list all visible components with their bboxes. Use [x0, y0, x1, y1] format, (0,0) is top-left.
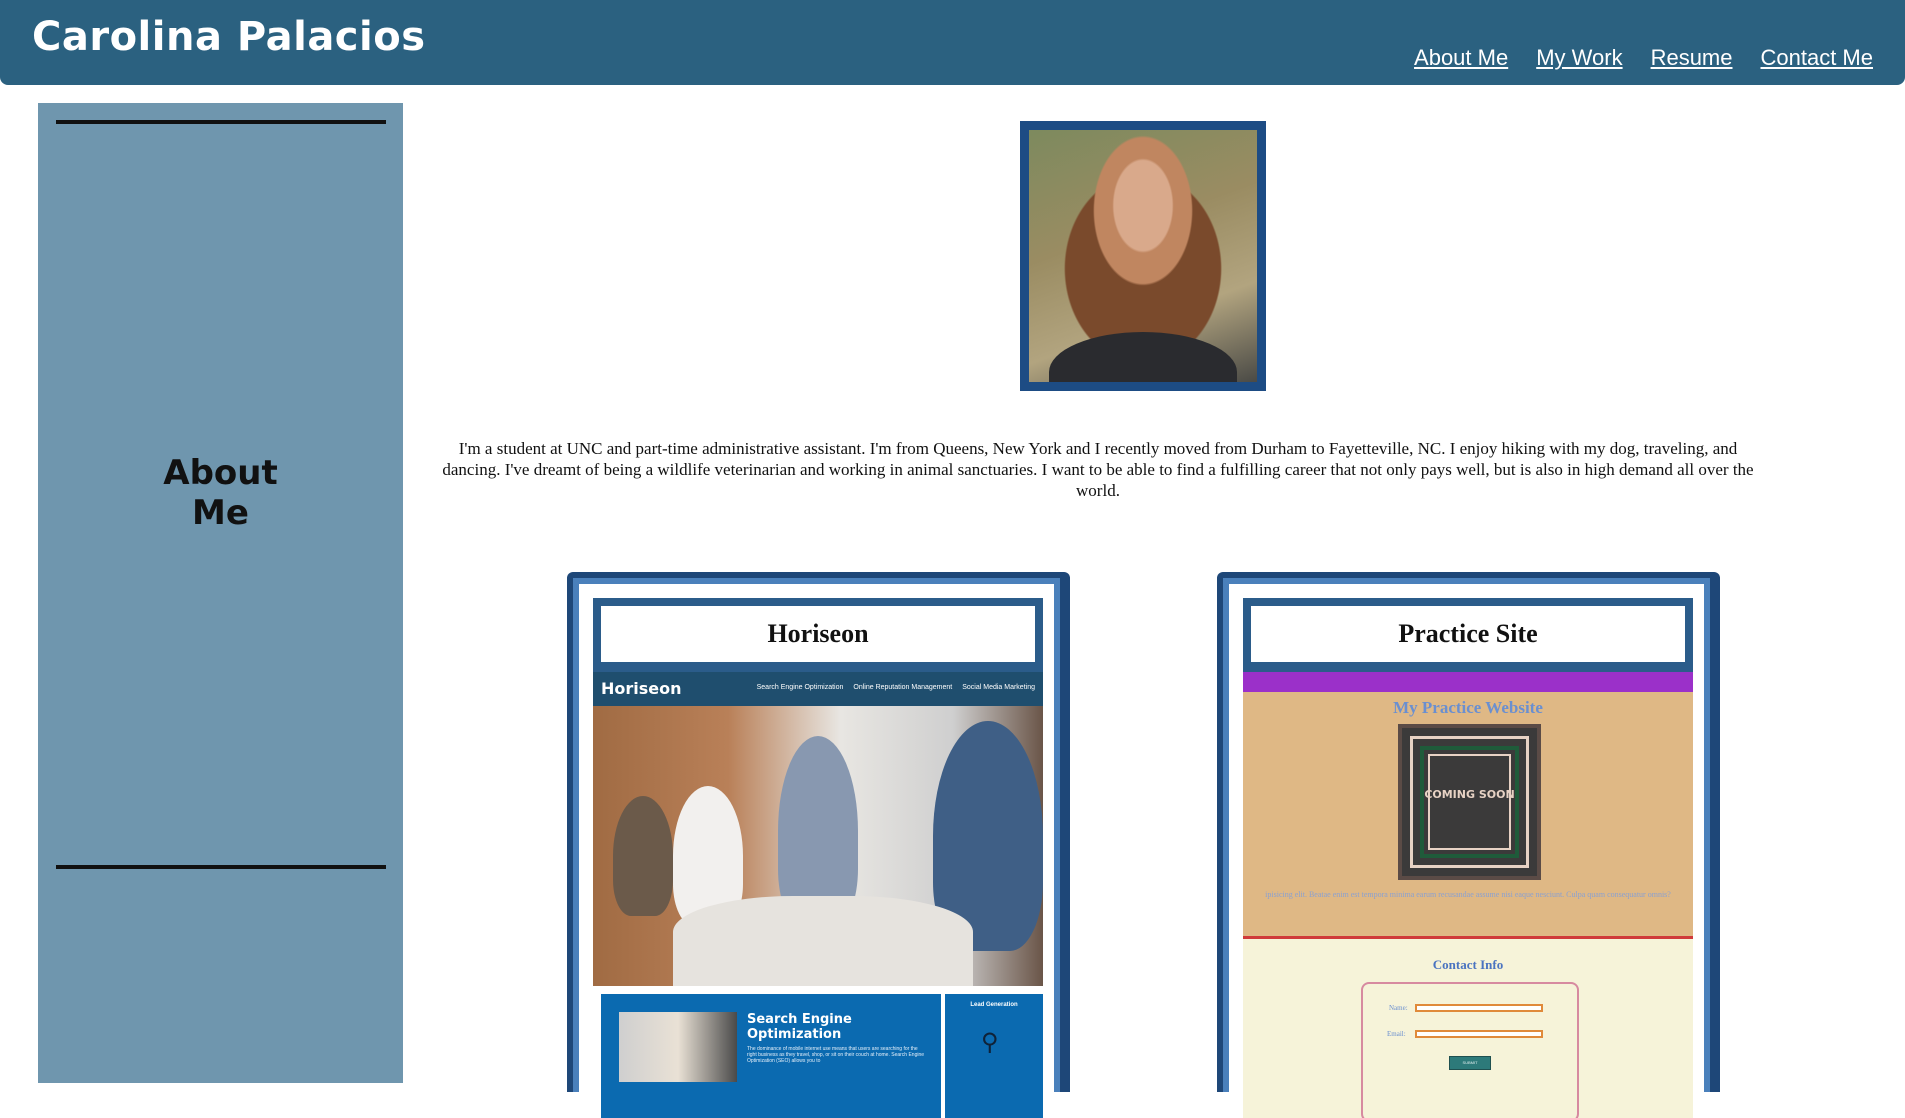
project-card-horiseon[interactable]: Horiseon Horiseon Search Engine Optimiza…: [567, 572, 1070, 1118]
sidebar-title: About Me: [38, 453, 403, 533]
main-nav: About Me My Work Resume Contact Me: [1414, 45, 1873, 71]
hero-table: [673, 896, 973, 986]
sidebar-top-divider: [56, 120, 386, 124]
horiseon-preview-header: Horiseon Search Engine Optimization Onli…: [593, 672, 1043, 706]
practice-preview-lorem: ipisicing elit. Beatae enim est tempora …: [1265, 890, 1671, 899]
seo-section-image: [619, 1012, 737, 1082]
practice-preview-heading: My Practice Website: [1393, 698, 1543, 717]
practice-preview-contact-section: Contact Info Name: Email: SUBMIT: [1243, 939, 1693, 1118]
practice-preview-contact-title: Contact Info: [1432, 957, 1504, 972]
seo-section-title: Search Engine Optimization: [747, 1012, 852, 1042]
nav-my-work-link[interactable]: My Work: [1536, 45, 1622, 71]
horiseon-preview-lead-section: Lead Generation ⚲: [945, 994, 1043, 1118]
hero-person: [613, 796, 673, 916]
horiseon-preview-nav: Search Engine Optimization Online Reputa…: [757, 684, 1035, 691]
practice-preview-header-bar: [1243, 672, 1693, 692]
horiseon-preview-hero-image: [593, 706, 1043, 986]
profile-photo: [1029, 130, 1257, 382]
card-title-box: Horiseon: [593, 598, 1043, 672]
lead-section-title: Lead Generation: [970, 1002, 1018, 1008]
about-sidebar: About Me: [38, 103, 403, 1083]
submit-button: SUBMIT: [1449, 1056, 1491, 1070]
email-field: [1415, 1030, 1543, 1038]
bio-text: I'm a student at UNC and part-time admin…: [442, 439, 1754, 500]
profile-photo-frame: [1020, 121, 1266, 391]
site-title: Carolina Palacios: [32, 14, 426, 60]
site-header: Carolina Palacios About Me My Work Resum…: [0, 0, 1905, 85]
sidebar-bottom-divider: [56, 865, 386, 869]
coming-soon-image: COMING SOON: [1398, 724, 1541, 880]
coming-soon-frame: [1428, 754, 1511, 850]
sidebar-title-line2: Me: [192, 493, 249, 533]
nav-resume-link[interactable]: Resume: [1651, 45, 1733, 71]
project-card-practice-site[interactable]: Practice Site My Practice Website COMING…: [1217, 572, 1720, 1118]
lead-generation-icon: ⚲: [981, 1028, 999, 1056]
horiseon-preview-nav-item: Social Media Marketing: [962, 684, 1035, 691]
card-title: Practice Site: [1251, 606, 1685, 662]
card-content: Practice Site My Practice Website COMING…: [1243, 598, 1693, 1118]
name-field: [1415, 1004, 1543, 1012]
name-label: Name:: [1389, 1004, 1408, 1012]
seo-section-text: The dominance of mobile internet use mea…: [747, 1046, 925, 1064]
horiseon-preview-nav-item: Online Reputation Management: [853, 684, 953, 691]
card-content: Horiseon Horiseon Search Engine Optimiza…: [593, 598, 1043, 1118]
card-title: Horiseon: [601, 606, 1035, 662]
sidebar-title-line1: About: [163, 453, 278, 493]
practice-preview-contact-form: Name: Email: SUBMIT: [1361, 982, 1579, 1118]
horiseon-preview-nav-item: Search Engine Optimization: [756, 684, 844, 691]
horiseon-preview-seo-section: Search Engine Optimization The dominance…: [601, 994, 941, 1118]
nav-about-me-link[interactable]: About Me: [1414, 45, 1508, 71]
horiseon-preview-logo: Horiseon: [601, 679, 682, 698]
nav-contact-me-link[interactable]: Contact Me: [1761, 45, 1874, 71]
coming-soon-text: COMING SOON: [1424, 788, 1515, 801]
profile-photo-shoulders: [1049, 332, 1237, 382]
card-title-box: Practice Site: [1243, 598, 1693, 672]
practice-preview-hero: My Practice Website COMING SOON ipisicin…: [1243, 692, 1693, 936]
email-label: Email:: [1387, 1030, 1406, 1038]
